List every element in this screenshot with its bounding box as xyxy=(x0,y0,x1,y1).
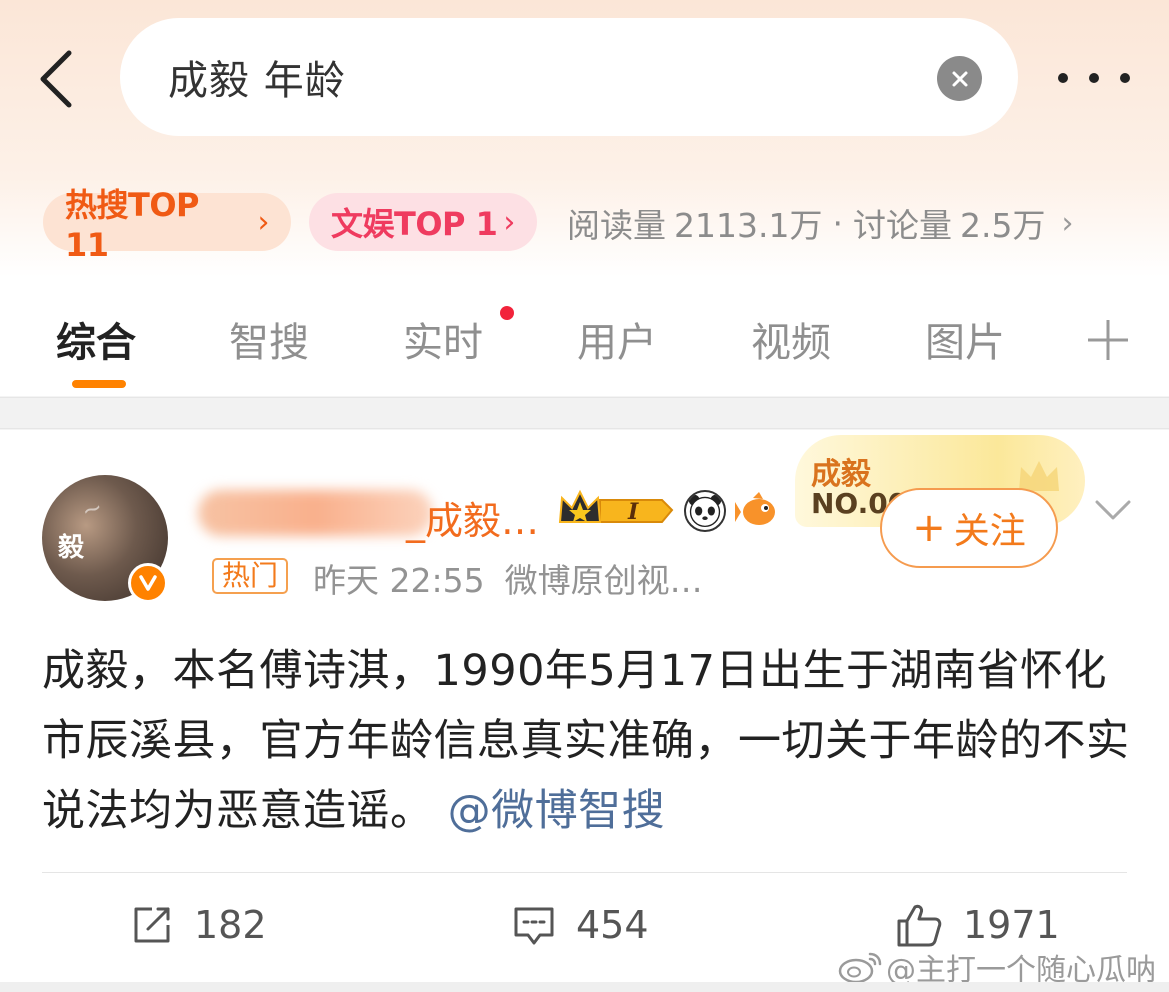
tab-images[interactable]: 图片 xyxy=(925,310,1005,368)
topic-stats-link[interactable]: 阅读量 2113.1万 · 讨论量 2.5万 › xyxy=(567,198,1073,248)
reads-value: 2113.1万 xyxy=(674,206,823,245)
comment-icon xyxy=(514,907,554,945)
hot-tag: 热门 xyxy=(212,558,289,594)
back-button[interactable] xyxy=(30,44,80,114)
follow-button[interactable]: + 关注 xyxy=(880,488,1058,568)
tab-smart-search[interactable]: 智搜 xyxy=(229,310,309,368)
add-tab-button[interactable] xyxy=(1086,318,1130,362)
active-tab-indicator xyxy=(72,380,126,388)
mention-link[interactable]: @微博智搜 xyxy=(448,786,666,836)
tab-users[interactable]: 用户 xyxy=(577,310,657,368)
bottom-divider xyxy=(0,982,1169,992)
stats-separator: · xyxy=(832,203,843,243)
like-count: 1971 xyxy=(963,903,1060,947)
weibo-logo-icon xyxy=(838,952,882,984)
chevron-right-icon: › xyxy=(503,204,515,240)
tab-comprehensive[interactable]: 综合 xyxy=(56,310,136,368)
comment-count: 454 xyxy=(576,903,649,947)
close-icon xyxy=(952,71,967,86)
hot-search-rank-label: 热搜TOP 11 xyxy=(65,186,199,264)
hot-search-rank-badge[interactable]: 热搜TOP 11 › xyxy=(43,186,291,264)
chevron-down-icon[interactable] xyxy=(1093,490,1133,530)
tab-videos[interactable]: 视频 xyxy=(751,310,831,368)
action-divider xyxy=(42,872,1127,873)
post-meta: 昨天 22:55 微博原创视… xyxy=(313,554,703,602)
entertainment-rank-label: 文娱TOP 1 xyxy=(331,205,498,243)
follow-label: 关注 xyxy=(953,511,1026,552)
post-time: 昨天 22:55 xyxy=(313,561,485,600)
more-options-button[interactable] xyxy=(1058,60,1130,96)
more-dots-icon xyxy=(1120,73,1130,83)
chevron-right-icon: › xyxy=(257,204,270,240)
entertainment-rank-badge[interactable]: 文娱TOP 1 › xyxy=(309,193,537,251)
more-dots-icon xyxy=(1058,73,1068,83)
avatar-text: 毅 xyxy=(58,533,85,563)
more-dots-icon xyxy=(1089,73,1099,83)
like-button[interactable]: 1971 xyxy=(895,900,1060,950)
plus-icon: + xyxy=(912,505,946,551)
avatar-decoration: ~ xyxy=(78,492,106,526)
plus-icon xyxy=(1088,320,1128,360)
crown-icon: I xyxy=(558,489,674,525)
weibo-post-card[interactable]: ~ 毅 _成毅… I 成毅 NO.00 + 关注 热门 昨天 22:55 微博原… xyxy=(0,430,1169,992)
comment-button[interactable]: 454 xyxy=(512,900,649,950)
search-tabs: 综合 智搜 实时 用户 视频 图片 xyxy=(0,300,1169,396)
post-source[interactable]: 微博原创视… xyxy=(505,561,703,600)
section-divider xyxy=(0,397,1169,429)
reads-label: 阅读量 xyxy=(567,206,666,245)
blurred-username xyxy=(198,490,433,536)
repost-button[interactable]: 182 xyxy=(130,900,267,950)
repost-count: 182 xyxy=(194,903,267,947)
verified-v-icon xyxy=(128,563,168,603)
new-content-dot xyxy=(500,306,514,320)
post-body: 成毅，本名傅诗淇，1990年5月17日出生于湖南省怀化市辰溪县，官方年龄信息真实… xyxy=(42,636,1132,846)
clear-search-button[interactable] xyxy=(937,56,982,101)
search-input[interactable]: 成毅 年龄 xyxy=(168,48,346,106)
svg-text:I: I xyxy=(627,499,639,525)
thumbs-up-icon xyxy=(897,904,942,947)
chevron-left-icon xyxy=(40,50,72,108)
repost-icon xyxy=(134,907,170,943)
panda-emoji-icon xyxy=(684,490,726,532)
discuss-value: 2.5万 xyxy=(959,206,1046,245)
chevron-right-icon: › xyxy=(1061,205,1074,241)
tab-realtime[interactable]: 实时 xyxy=(403,310,483,368)
post-username[interactable]: _成毅… xyxy=(406,490,539,545)
fish-emoji-icon xyxy=(735,492,775,525)
discuss-label: 讨论量 xyxy=(852,206,952,245)
search-bar[interactable]: 成毅 年龄 xyxy=(120,18,1018,136)
